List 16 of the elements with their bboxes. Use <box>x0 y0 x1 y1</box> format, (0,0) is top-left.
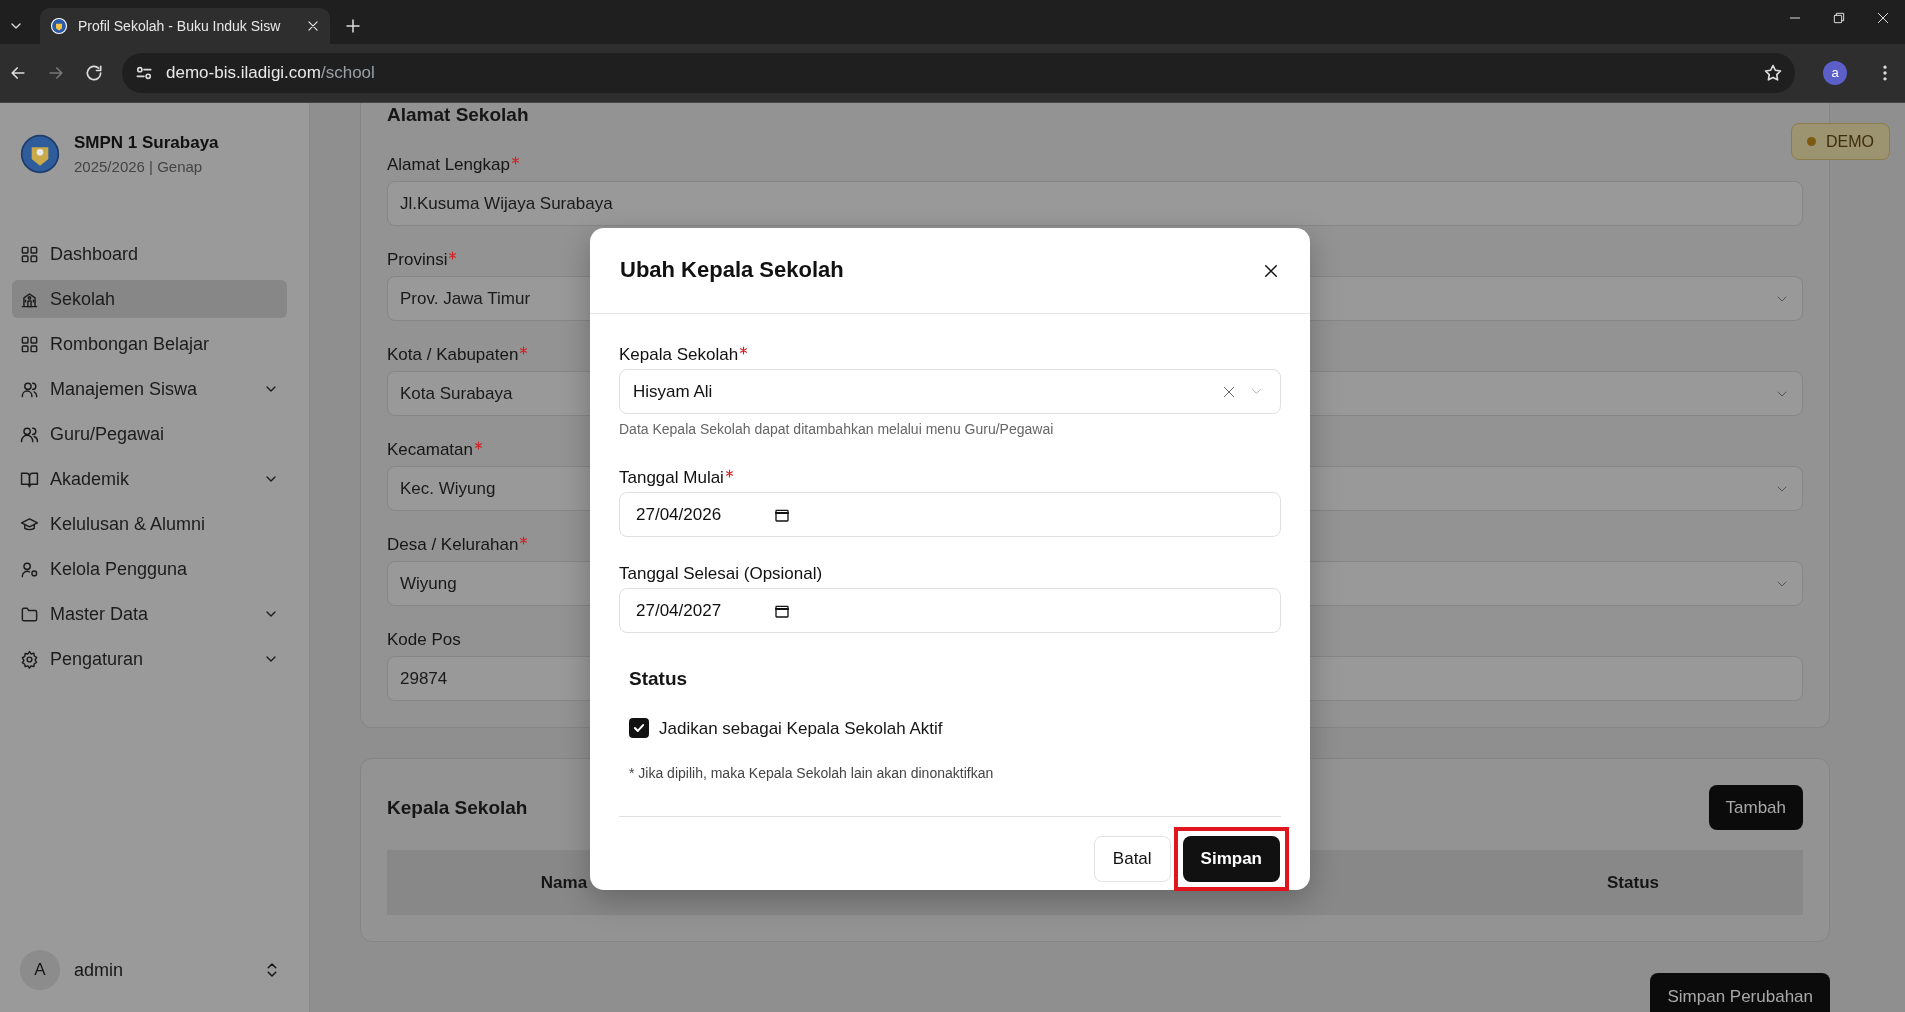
section-title: Alamat Sekolah <box>387 103 530 127</box>
section-title: Status <box>629 667 689 691</box>
checkbox-label: Jadikan sebagai Kepala Sekolah Aktif <box>659 717 943 740</box>
column-header: Nama <box>539 871 589 894</box>
field-label: Kode Pos <box>387 629 461 651</box>
user-avatar: A <box>20 950 60 990</box>
academic-period: 2025/2026 | Genap <box>74 156 204 177</box>
note-text: * Jika dipilih, maka Kepala Sekolah lain akan dinonaktifkan <box>629 764 995 783</box>
badge-label: DEMO <box>1826 131 1874 152</box>
modal-title: Ubah Kepala Sekolah <box>620 257 844 284</box>
column-header: Status <box>1606 871 1660 894</box>
user-name: admin <box>74 958 124 982</box>
field-label: Tanggal Selesai (Opsional) <box>619 563 823 585</box>
help-text: Data Kepala Sekolah dapat ditambahkan melalui menu Guru/Pegawai <box>619 420 1055 439</box>
section-title: Kepala Sekolah <box>387 795 528 820</box>
school-name: SMPN 1 Surabaya <box>74 132 219 154</box>
